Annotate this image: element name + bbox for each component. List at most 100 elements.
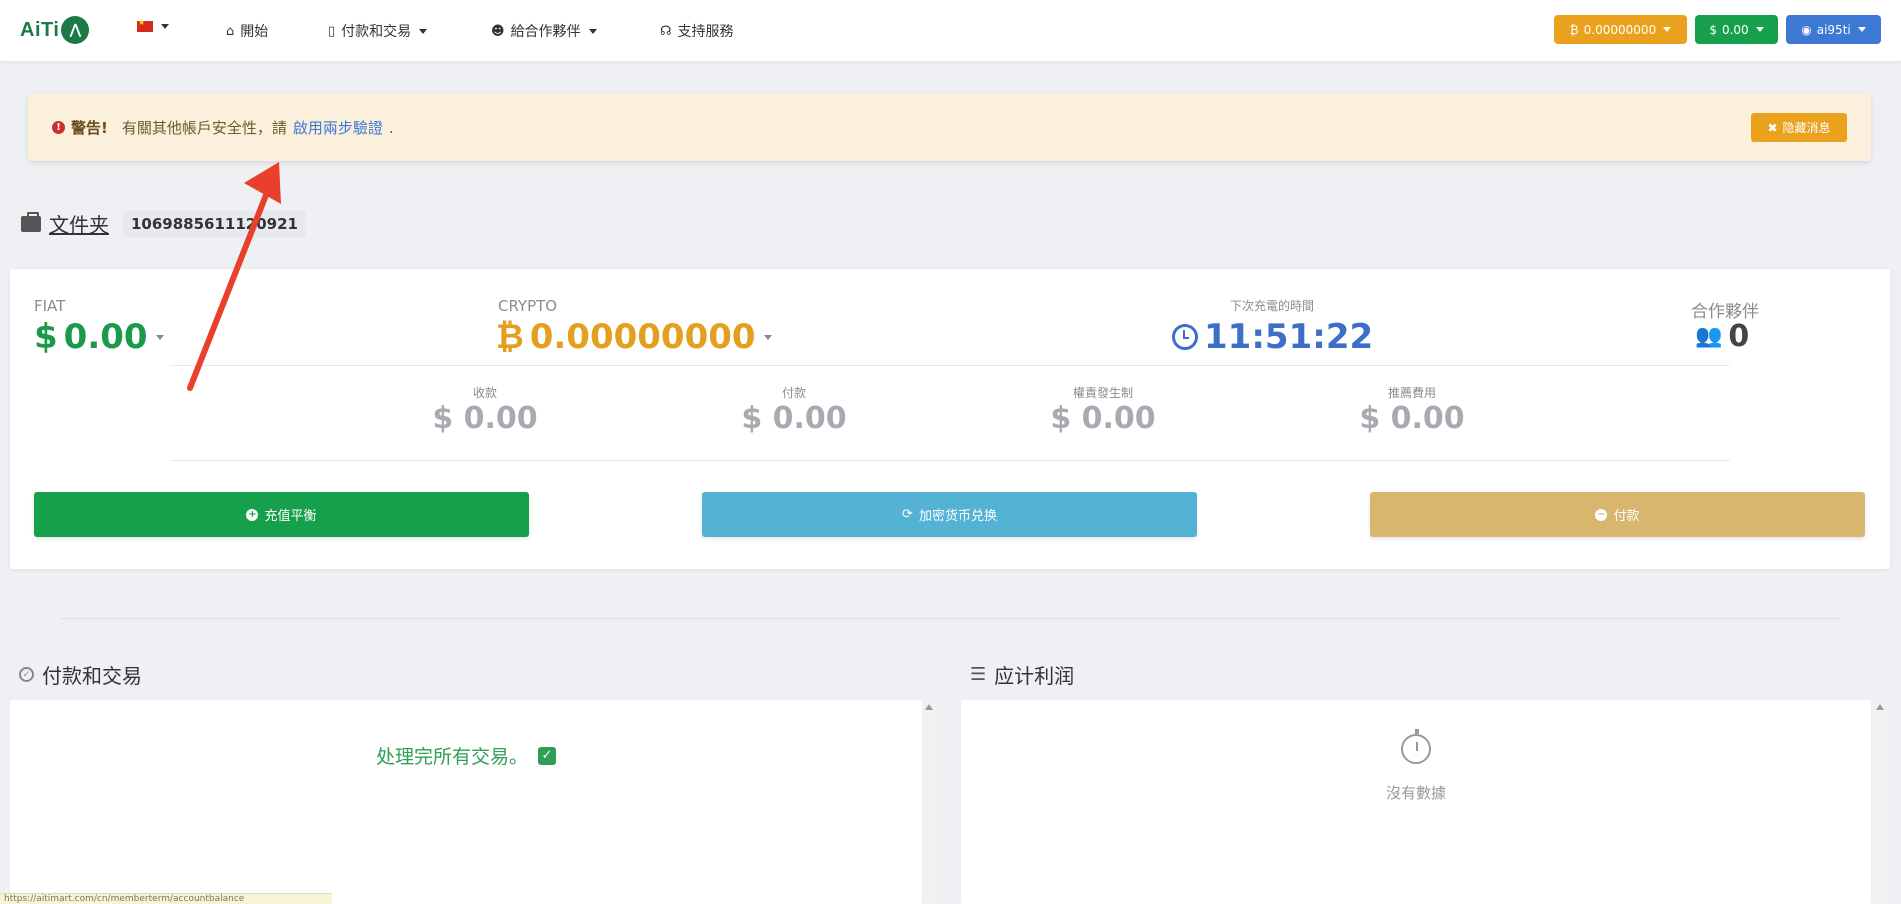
stat-value: $ 0.00 — [741, 401, 847, 436]
nav-payments-dropdown[interactable]: ▯ 付款和交易 — [328, 21, 428, 41]
alert-text: 有關其他帳戶安全性，請 — [121, 119, 287, 137]
chevron-down-icon — [763, 334, 772, 340]
exchange-label: 加密货币兑换 — [918, 509, 997, 524]
divider — [170, 365, 1730, 366]
fiat-caption: FIAT — [34, 297, 66, 315]
minus-circle-icon: − — [1595, 508, 1608, 521]
scroll-up-icon — [1876, 704, 1884, 710]
user-circle-icon: ◉ — [1801, 22, 1812, 37]
balance-card: FIAT $ 0.00 CRYPTO ₿ 0.00000000 下次充電的時間 … — [10, 269, 1890, 569]
alert-suffix: . — [388, 118, 394, 137]
usd-balance-dropdown[interactable]: $ 0.00 — [1695, 15, 1778, 44]
enable-2fa-link[interactable]: 啟用兩步驗證 — [293, 117, 383, 138]
transactions-scrollbar[interactable] — [922, 700, 936, 904]
alert-title: 警告! — [71, 119, 108, 137]
profit-panel: 沒有數據 — [961, 700, 1871, 904]
pay-label: 付款 — [1613, 509, 1640, 524]
stopwatch-wrapper — [961, 728, 1871, 764]
clock-icon — [1172, 324, 1198, 350]
arrow-head — [244, 162, 281, 204]
folder-heading: 文件夹 1069885611120921 — [21, 209, 306, 238]
stat-value: $ 0.00 — [432, 401, 538, 436]
nav-partners-label: 給合作夥伴 — [510, 24, 581, 40]
nav-support-label: 支持服務 — [677, 24, 734, 40]
stat-value: $ 0.00 — [1359, 401, 1465, 436]
timer-caption: 下次充電的時間 — [1229, 299, 1314, 313]
btc-balance-value: 0.00000000 — [1583, 22, 1657, 37]
user-plus-icon: ☻ — [491, 23, 505, 39]
topup-button[interactable]: + 充值平衡 — [34, 492, 529, 537]
folder-link[interactable]: 文件夹 — [49, 209, 109, 238]
nav-support[interactable]: ☊ 支持服務 — [660, 21, 734, 41]
transactions-panel: 处理完所有交易。 ✓ — [10, 700, 922, 904]
fiat-balance[interactable]: $ 0.00 — [34, 317, 164, 357]
transactions-status: 处理完所有交易。 ✓ — [10, 742, 922, 769]
hide-message-label: 隐藏消息 — [1782, 121, 1831, 135]
logo[interactable]: AiTi ⋀ — [20, 16, 90, 44]
logo-text: AiTi — [20, 18, 60, 41]
crypto-caption: CRYPTO — [498, 297, 558, 315]
stat-label: 收款 — [472, 386, 497, 400]
plus-circle-icon: + — [246, 508, 259, 521]
briefcase-icon — [21, 211, 41, 232]
nav-home-label: 開始 — [240, 24, 269, 40]
section-divider — [60, 618, 1840, 619]
document-icon: ▯ — [328, 23, 336, 39]
profit-heading: ☰ 应计利润 — [970, 660, 1074, 689]
recharge-timer: 11:51:22 — [1172, 317, 1373, 357]
home-icon: ⌂ — [226, 23, 235, 39]
nav-partners-dropdown[interactable]: ☻ 給合作夥伴 — [491, 21, 597, 41]
profit-title: 应计利润 — [994, 664, 1075, 688]
dollar-icon: $ — [34, 317, 58, 357]
nav-home[interactable]: ⌂ 開始 — [226, 21, 268, 41]
account-id: 1069885611120921 — [123, 210, 306, 237]
transactions-done-text: 处理完所有交易。 — [375, 746, 528, 768]
china-flag-icon — [137, 18, 153, 32]
no-data-text: 沒有數據 — [1385, 784, 1446, 802]
chevron-down-icon — [588, 28, 597, 34]
bitcoin-icon: ₿ — [1569, 22, 1579, 37]
nav-payments-label: 付款和交易 — [341, 24, 412, 40]
dollar-icon: $ — [1709, 22, 1717, 37]
stat-label: 推薦費用 — [1387, 386, 1436, 400]
chevron-down-icon — [1663, 27, 1672, 32]
scroll-up-icon — [925, 704, 933, 710]
usd-balance-value: 0.00 — [1721, 22, 1749, 37]
language-dropdown[interactable] — [137, 18, 169, 32]
profit-scrollbar[interactable] — [1873, 700, 1887, 904]
coins-icon: ☰ — [970, 664, 987, 685]
partners-count: 👥 0 — [1695, 319, 1749, 354]
logo-mark-icon: ⋀ — [61, 16, 90, 44]
username: ai95ti — [1816, 22, 1851, 37]
chevron-down-icon — [1857, 27, 1866, 32]
partners-value: 0 — [1728, 319, 1750, 354]
exchange-button[interactable]: ⟳ 加密货币兑换 — [702, 492, 1197, 537]
timer-value: 11:51:22 — [1204, 317, 1374, 357]
headset-icon: ☊ — [660, 23, 672, 39]
security-warning-alert: ! 警告! 有關其他帳戶安全性，請 啟用兩步驗證. ✖ 隐藏消息 — [28, 93, 1871, 161]
bitcoin-icon: ₿ — [496, 317, 524, 357]
browser-status-url: https://aitimart.com/cn/memberterm/accou… — [0, 893, 332, 904]
chevron-down-icon — [155, 334, 164, 340]
transactions-heading: ✓ 付款和交易 — [19, 660, 142, 689]
pay-button[interactable]: − 付款 — [1370, 492, 1865, 537]
alert-message: ! 警告! 有關其他帳戶安全性，請 啟用兩步驗證. — [52, 117, 394, 138]
check-square-icon: ✓ — [538, 746, 556, 765]
topup-label: 充值平衡 — [264, 509, 317, 524]
chevron-down-icon — [161, 24, 169, 29]
check-circle-icon: ✓ — [19, 667, 34, 682]
stat-label: 付款 — [781, 386, 806, 400]
stat-value: $ 0.00 — [1050, 401, 1156, 436]
refresh-icon: ⟳ — [902, 507, 913, 522]
crypto-value: 0.00000000 — [529, 317, 756, 357]
btc-balance-dropdown[interactable]: ₿ 0.00000000 — [1554, 15, 1687, 44]
close-icon: ✖ — [1767, 120, 1778, 135]
user-menu-dropdown[interactable]: ◉ ai95ti — [1786, 15, 1881, 44]
hide-message-button[interactable]: ✖ 隐藏消息 — [1751, 113, 1847, 142]
divider — [170, 460, 1730, 461]
transactions-title: 付款和交易 — [42, 664, 142, 688]
exclamation-circle-icon: ! — [52, 121, 65, 134]
crypto-balance[interactable]: ₿ 0.00000000 — [496, 317, 772, 357]
users-icon: 👥 — [1695, 324, 1723, 349]
chevron-down-icon — [419, 28, 428, 34]
